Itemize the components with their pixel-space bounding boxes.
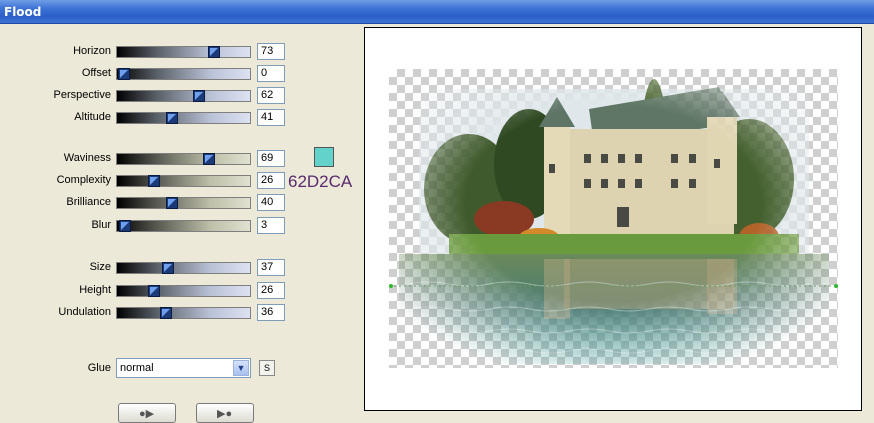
param-label: Waviness: [63, 152, 111, 164]
brilliance-slider[interactable]: [116, 197, 251, 209]
blur-slider[interactable]: [116, 220, 251, 232]
altitude-input[interactable]: 41: [257, 109, 285, 126]
param-label: Altitude: [74, 111, 111, 123]
color-swatch[interactable]: [314, 147, 334, 167]
arrow-circle-icon: ▶●: [217, 408, 233, 420]
slider-thumb[interactable]: [208, 46, 221, 58]
param-label: Complexity: [56, 174, 111, 186]
circles-icon: ●▶: [139, 408, 155, 420]
chevron-down-icon[interactable]: ▼: [233, 360, 249, 376]
height-slider[interactable]: [116, 285, 251, 297]
perspective-input[interactable]: 62: [257, 87, 285, 104]
slider-thumb[interactable]: [117, 68, 130, 80]
perspective-slider[interactable]: [116, 90, 251, 102]
height-input[interactable]: 26: [257, 282, 285, 299]
altitude-slider[interactable]: [116, 112, 251, 124]
param-label: Perspective: [53, 89, 111, 101]
size-slider[interactable]: [116, 262, 251, 274]
undulation-input[interactable]: 36: [257, 304, 285, 321]
param-label: Horizon: [73, 45, 111, 57]
title-bar: Flood: [0, 0, 874, 24]
color-hex-label: 62D2CA: [288, 172, 353, 191]
param-label: Brilliance: [66, 196, 111, 208]
complexity-slider[interactable]: [116, 175, 251, 187]
param-label: Size: [89, 261, 111, 273]
castle-lake-image: [389, 79, 838, 364]
slider-thumb[interactable]: [165, 197, 178, 209]
preview-panel: [364, 27, 862, 411]
glue-select[interactable]: normal ▼: [116, 358, 251, 378]
complexity-input[interactable]: 26: [257, 172, 285, 189]
param-label: Blur: [91, 219, 111, 231]
slider-thumb[interactable]: [118, 220, 131, 232]
horizon-input[interactable]: 73: [257, 43, 285, 60]
window-title: Flood: [4, 5, 42, 19]
preset-button-left[interactable]: ●▶: [118, 403, 176, 423]
param-label: Height: [79, 284, 111, 296]
size-input[interactable]: 37: [257, 259, 285, 276]
slider-thumb[interactable]: [165, 112, 178, 124]
slider-thumb[interactable]: [148, 175, 161, 187]
blur-input[interactable]: 3: [257, 217, 285, 234]
glue-label: Glue: [87, 362, 111, 374]
waviness-input[interactable]: 69: [257, 150, 285, 167]
offset-slider[interactable]: [116, 68, 251, 80]
slider-thumb[interactable]: [161, 262, 174, 274]
horizon-slider[interactable]: [116, 46, 251, 58]
offset-input[interactable]: 0: [257, 65, 285, 82]
param-label: Offset: [81, 67, 111, 79]
waviness-slider[interactable]: [116, 153, 251, 165]
param-label: Undulation: [58, 306, 111, 318]
reset-button[interactable]: S: [259, 360, 275, 376]
preview-canvas: [389, 69, 838, 368]
preset-button-right[interactable]: ▶●: [196, 403, 254, 423]
slider-thumb[interactable]: [193, 90, 206, 102]
slider-thumb[interactable]: [160, 307, 173, 319]
glue-value: normal: [120, 362, 154, 374]
brilliance-input[interactable]: 40: [257, 194, 285, 211]
slider-thumb[interactable]: [202, 153, 215, 165]
slider-thumb[interactable]: [148, 285, 161, 297]
undulation-slider[interactable]: [116, 307, 251, 319]
